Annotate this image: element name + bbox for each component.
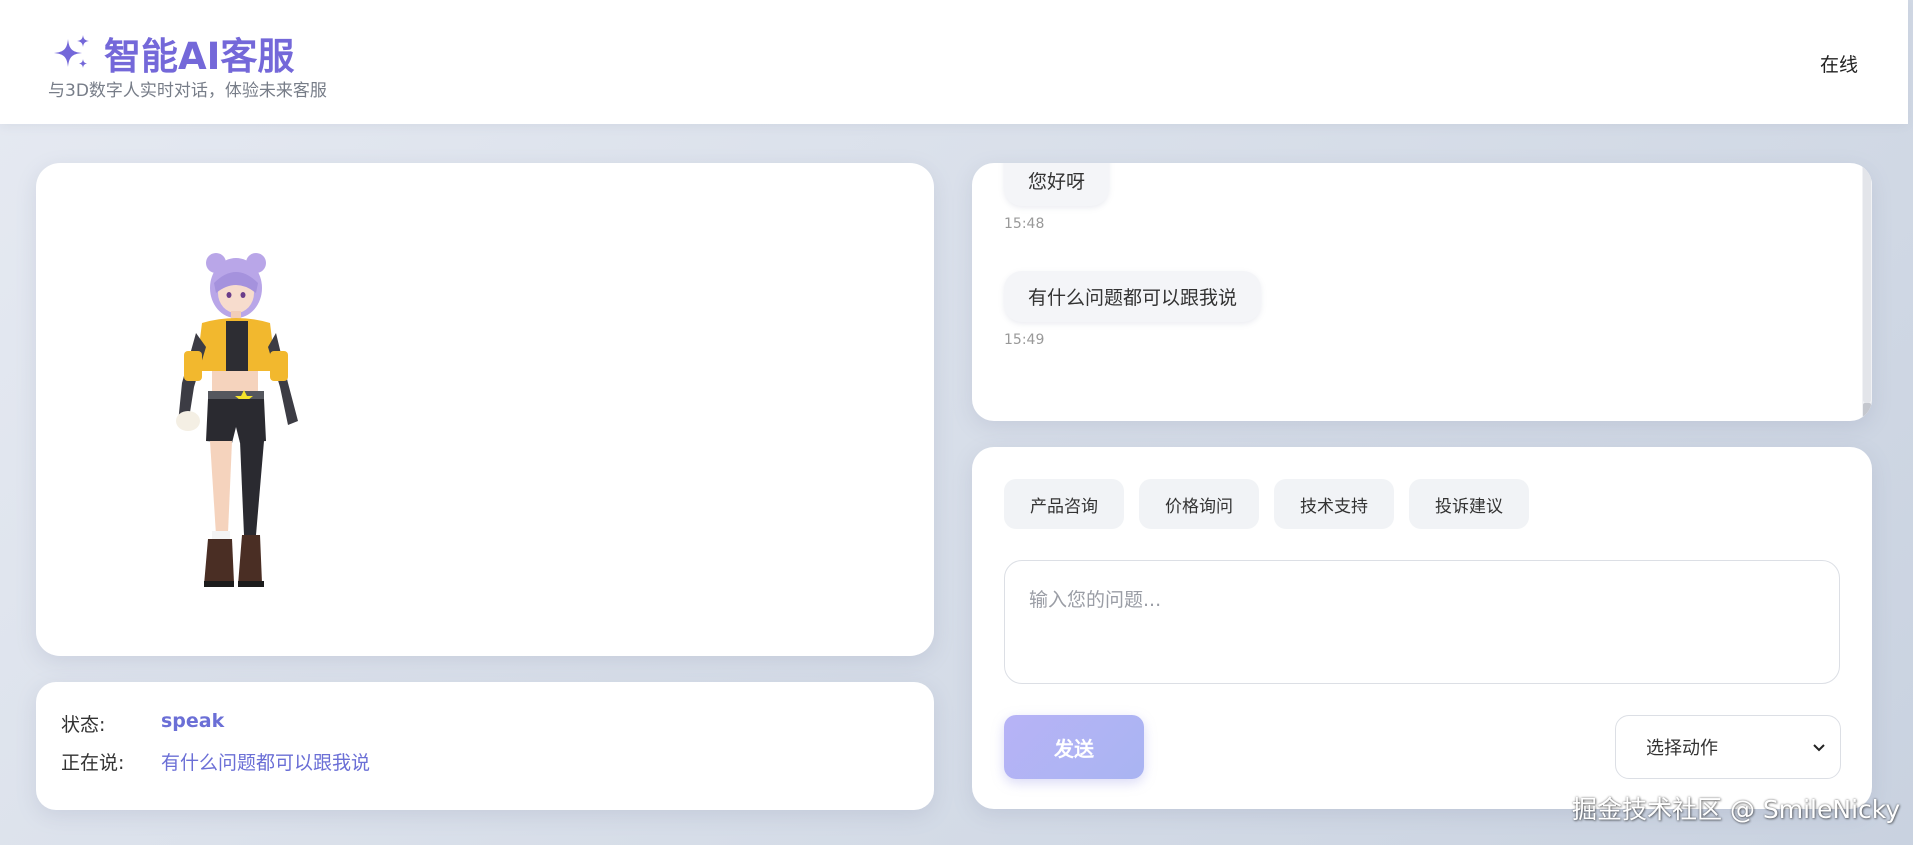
status-row-state: 状态: speak <box>61 710 224 737</box>
speaking-label: 正在说: <box>61 752 125 774</box>
digital-human-avatar[interactable] <box>148 243 348 643</box>
quick-button-complaint[interactable]: 投诉建议 <box>1409 479 1529 529</box>
action-select[interactable]: 选择动作 <box>1615 715 1841 779</box>
status-row-speaking: 正在说: 有什么问题都可以跟我说 <box>61 748 370 775</box>
send-button[interactable]: 发送 <box>1004 715 1144 779</box>
input-panel: 产品咨询 价格询问 技术支持 投诉建议 发送 选择动作 <box>972 447 1872 809</box>
status-panel: 状态: speak 正在说: 有什么问题都可以跟我说 <box>36 682 934 810</box>
avatar-panel[interactable] <box>36 163 934 656</box>
app-subtitle: 与3D数字人实时对话，体验未来客服 <box>48 81 327 101</box>
chevron-down-icon <box>1813 744 1825 752</box>
logo-row: 智能AI客服 <box>52 26 294 80</box>
sparkles-icon <box>54 35 89 68</box>
app-header: 智能AI客服 与3D数字人实时对话，体验未来客服 在线 <box>0 0 1908 124</box>
online-status: 在线 <box>1819 54 1858 76</box>
state-label: 状态: <box>61 714 106 736</box>
chat-history-panel[interactable]: 您好呀 15:48 有什么问题都可以跟我说 15:49 <box>972 163 1872 421</box>
quick-button-product[interactable]: 产品咨询 <box>1004 479 1124 529</box>
chat-scrollbar-handle[interactable] <box>1863 403 1871 417</box>
question-input[interactable] <box>1004 560 1840 684</box>
quick-question-buttons: 产品咨询 价格询问 技术支持 投诉建议 <box>1004 479 1544 529</box>
chat-message: 您好呀 15:48 <box>1004 163 1110 232</box>
message-bubble: 有什么问题都可以跟我说 <box>1004 271 1262 322</box>
watermark: 掘金技术社区 @ SmileNicky <box>1572 795 1901 824</box>
chat-scrollbar[interactable] <box>1862 163 1872 421</box>
chat-message: 有什么问题都可以跟我说 15:49 <box>1004 271 1262 348</box>
message-time: 15:49 <box>1004 332 1045 348</box>
action-select-value: 选择动作 <box>1646 738 1718 759</box>
chat-scrollbar-thumb[interactable] <box>1863 163 1871 403</box>
message-bubble: 您好呀 <box>1004 163 1110 206</box>
quick-button-price[interactable]: 价格询问 <box>1139 479 1259 529</box>
state-value: speak <box>161 710 225 732</box>
speaking-value: 有什么问题都可以跟我说 <box>161 752 371 774</box>
app-title: 智能AI客服 <box>104 35 295 78</box>
quick-button-support[interactable]: 技术支持 <box>1274 479 1394 529</box>
message-time: 15:48 <box>1004 216 1045 232</box>
